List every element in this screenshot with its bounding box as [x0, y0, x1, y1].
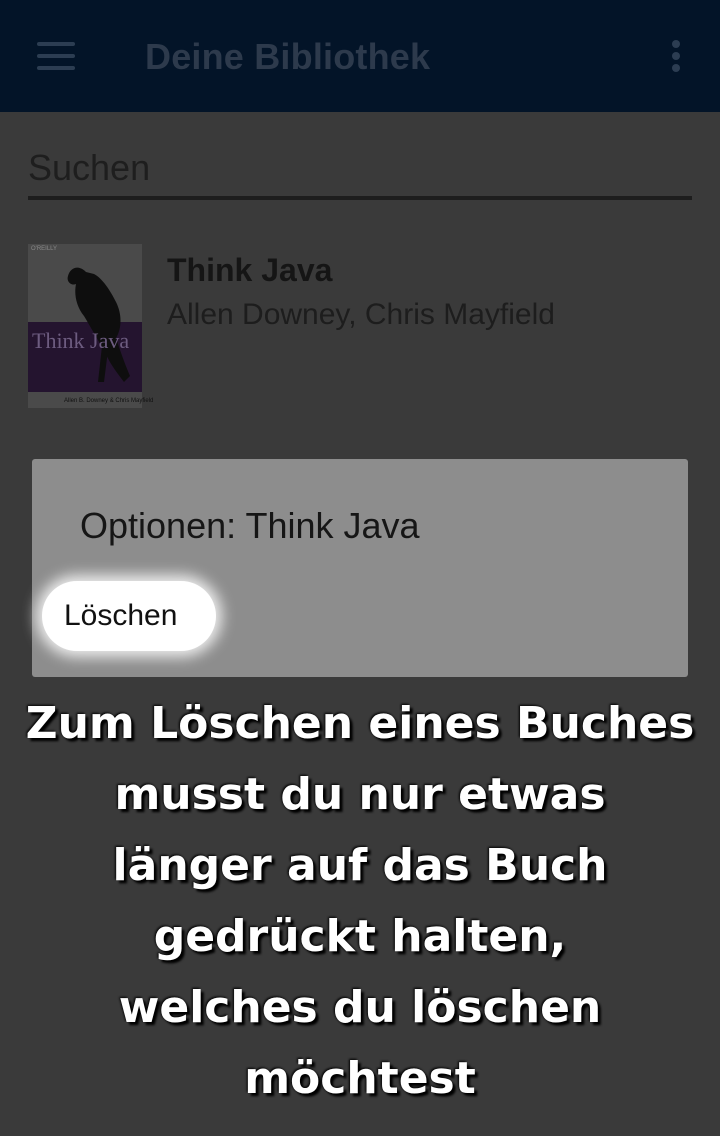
book-authors: Allen Downey, Chris Mayfield	[167, 298, 555, 331]
book-list-item[interactable]: O'REILLY Think Java Allen B. Downey & Ch…	[22, 238, 698, 414]
app-bar: Deine Bibliothek	[0, 0, 720, 112]
delete-highlight: Löschen	[42, 581, 216, 651]
hamburger-menu-icon[interactable]	[37, 40, 75, 70]
search-input[interactable]	[28, 146, 692, 200]
search-container	[28, 146, 692, 204]
book-title: Think Java	[167, 252, 333, 288]
delete-button[interactable]: Löschen	[42, 581, 216, 651]
options-dialog: Optionen: Think Java Löschen	[32, 459, 688, 677]
tutorial-line: gedrückt halten,	[153, 911, 567, 962]
tutorial-line: möchtest	[244, 1053, 476, 1104]
tutorial-line: Zum Löschen eines Buches	[25, 698, 695, 749]
dialog-title: Optionen: Think Java	[80, 505, 420, 546]
tutorial-line: länger auf das Buch	[112, 840, 608, 891]
tutorial-caption: Zum Löschen eines Buches musst du nur et…	[10, 688, 710, 1114]
cover-publisher: O'REILLY	[31, 246, 58, 252]
app-title: Deine Bibliothek	[145, 36, 431, 77]
cockatoo-illustration-icon	[67, 267, 130, 382]
tutorial-line: welches du löschen	[118, 982, 602, 1033]
cover-authors: Allen B. Downey & Chris Mayfield	[64, 398, 154, 404]
tutorial-line: musst du nur etwas	[114, 769, 606, 820]
cover-title: Think Java	[32, 328, 130, 353]
book-cover-image: O'REILLY Think Java Allen B. Downey & Ch…	[28, 244, 153, 408]
more-vert-icon[interactable]	[669, 38, 683, 74]
